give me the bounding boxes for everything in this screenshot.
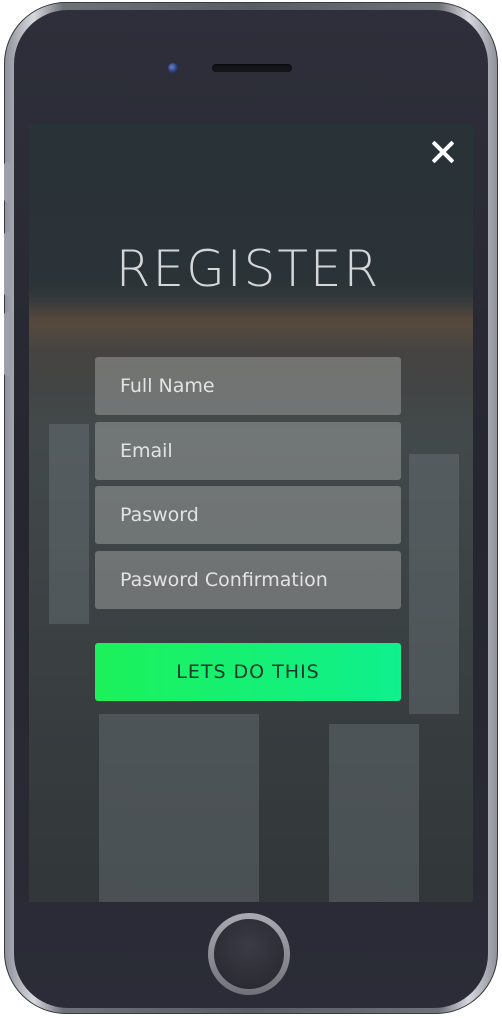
background-building xyxy=(409,454,459,714)
register-screen: REGISTER LETS DO THIS xyxy=(29,124,473,902)
volume-down-button xyxy=(4,312,10,376)
email-field[interactable] xyxy=(95,422,401,480)
background-building xyxy=(99,714,259,902)
close-icon[interactable] xyxy=(427,136,459,168)
page-title: REGISTER xyxy=(115,240,381,298)
submit-button[interactable]: LETS DO THIS xyxy=(95,643,401,701)
full-name-field[interactable] xyxy=(95,357,401,415)
mute-switch xyxy=(4,162,10,202)
home-button[interactable] xyxy=(214,919,284,989)
background-building xyxy=(329,724,419,902)
earpiece-speaker xyxy=(212,64,292,72)
password-confirmation-field[interactable] xyxy=(95,551,401,609)
password-field[interactable] xyxy=(95,486,401,544)
background-building xyxy=(49,424,89,624)
front-camera xyxy=(168,63,178,73)
volume-up-button xyxy=(4,232,10,296)
